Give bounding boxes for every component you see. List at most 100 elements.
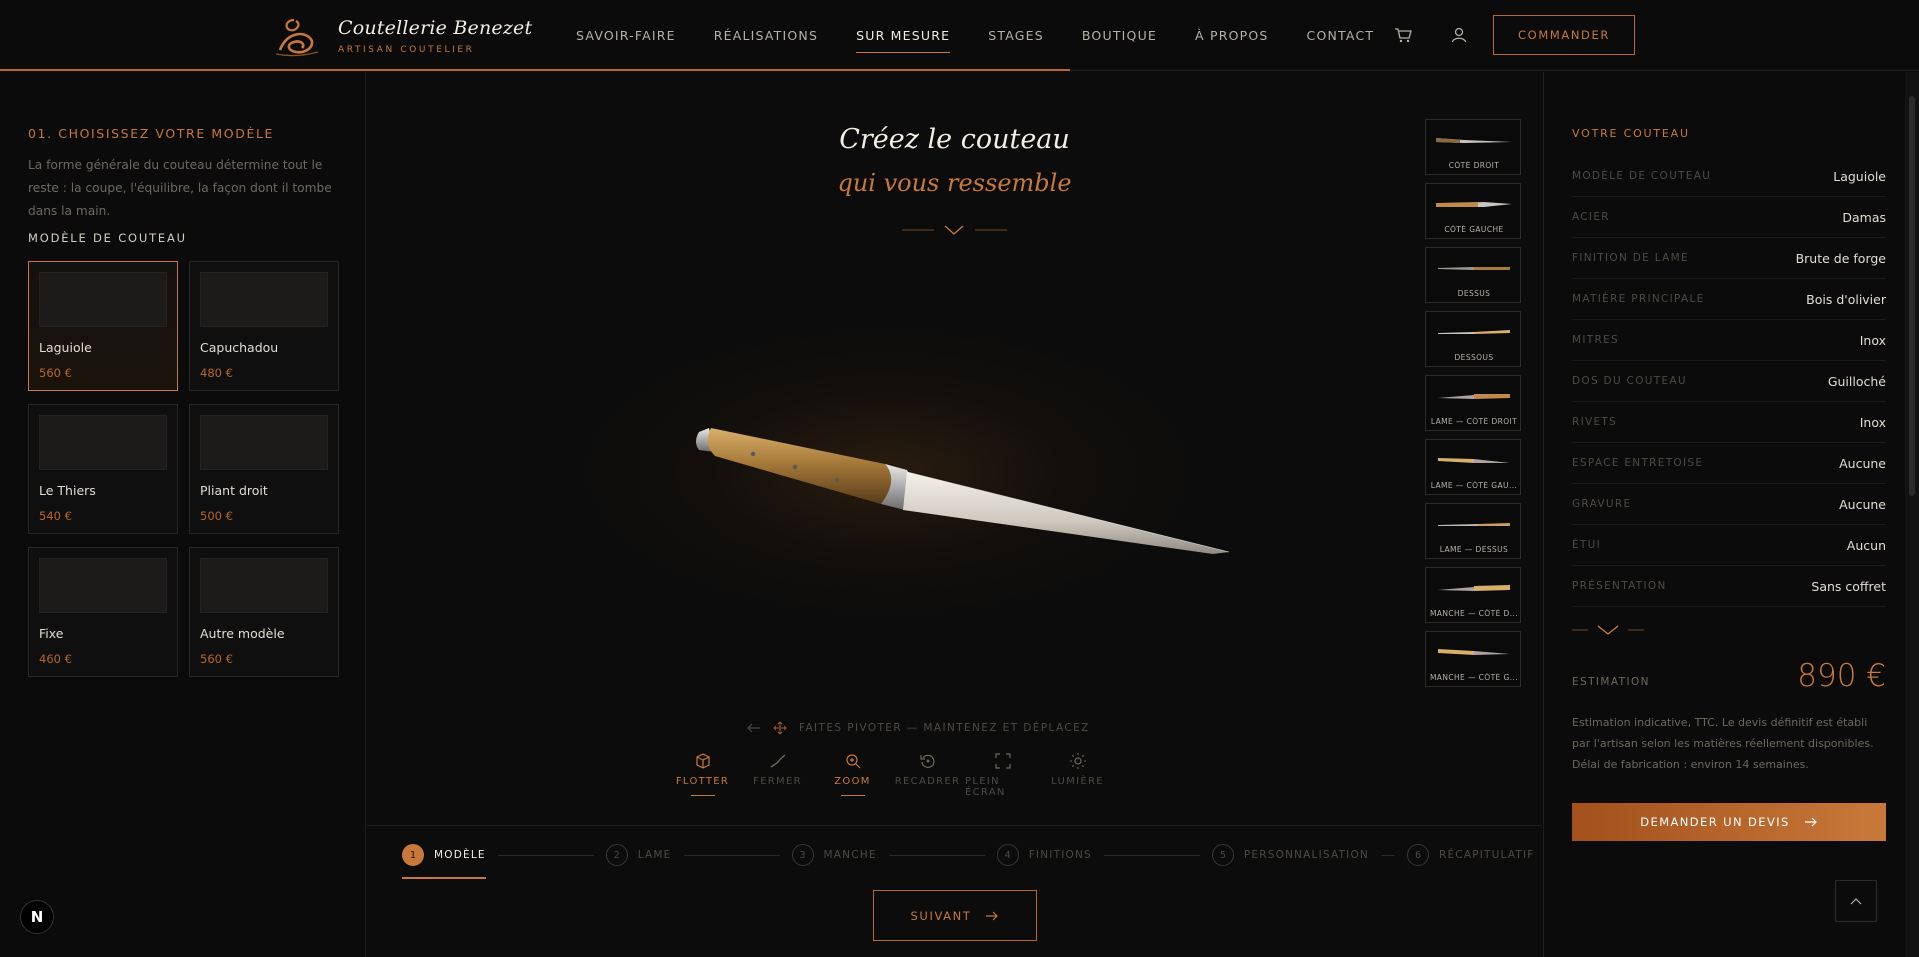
step-lame[interactable]: 2 LAME (605, 841, 672, 869)
summary-key: MATIÈRE PRINCIPALE (1572, 293, 1705, 305)
knife-thumb-icon (1438, 394, 1510, 399)
step-recapitulatif[interactable]: 6 RÉCAPITULATIF (1406, 841, 1535, 869)
model-card-capuchadou[interactable]: Capuchadou 480 € (189, 261, 339, 391)
move-icon (773, 721, 787, 735)
next-button-label: SUIVANT (910, 908, 972, 923)
summary-row: ACIER Damas (1572, 197, 1886, 238)
step-number: 1 (402, 844, 424, 866)
thumb-label: LAME — DESSUS (1439, 545, 1509, 554)
chevron-down-icon (902, 225, 1007, 235)
arrow-right-icon (1804, 817, 1817, 827)
model-name: Fixe (39, 626, 64, 641)
model-card-autre[interactable]: Autre modèle 560 € (189, 547, 339, 677)
summary-key: PRÉSENTATION (1572, 580, 1667, 592)
brand-title: Coutellerie Benezet (338, 17, 533, 39)
brand-logo[interactable]: Coutellerie Benezet ARTISAN COUTELIER (272, 14, 532, 58)
thumb-label: MANCHE — CÔTÉ G... (1429, 673, 1519, 682)
scrollbar-thumb[interactable] (1909, 96, 1915, 496)
summary-value: Brute de forge (1795, 250, 1886, 266)
brand-subtitle: ARTISAN COUTELIER (338, 45, 475, 55)
step-label: LAME (637, 849, 672, 861)
page-scrollbar[interactable] (1905, 72, 1919, 957)
user-icon[interactable] (1449, 25, 1469, 45)
thumb-lame-dessus[interactable]: LAME — DESSUS (1425, 503, 1521, 559)
nav-contact[interactable]: CONTACT (1288, 0, 1394, 71)
tool-label: PLEIN ÉCRAN (965, 776, 1006, 798)
summary-value: Guilloché (1827, 373, 1886, 389)
estimate-note: Estimation indicative, TTC. Le devis déf… (1572, 716, 1874, 771)
summary-row: MODÈLE DE COUTEAU Laguiole (1572, 156, 1886, 197)
next-button[interactable]: SUIVANT (873, 890, 1037, 941)
step-connector (1380, 854, 1395, 856)
order-button[interactable]: COMMANDER (1493, 15, 1635, 55)
light-icon (1069, 753, 1086, 769)
summary-list: MODÈLE DE COUTEAU Laguiole ACIER Damas FIN… (1572, 156, 1886, 607)
model-grid: Laguiole 560 € Capuchadou 480 € Le Thier… (28, 261, 339, 677)
summary-key: FINITION DE LAME (1572, 252, 1689, 264)
model-card-laguiole[interactable]: Laguiole 560 € (28, 261, 178, 391)
model-image-placeholder (39, 272, 167, 327)
zoom-icon (845, 754, 860, 769)
arrow-left-icon (747, 723, 760, 733)
model-price: 560 € (200, 652, 233, 666)
viewer-toolbar: FLOTTER FERMER ZOOM RECADRER PLEIN ÉCRAN… (665, 752, 1115, 798)
step-number: 3 (791, 844, 814, 866)
model-card-le-thiers[interactable]: Le Thiers 540 € (28, 404, 178, 534)
tool-lumiere[interactable]: LUMIÈRE (1040, 752, 1115, 798)
thumb-lame-cote-droit[interactable]: LAME — CÔTÉ DROIT (1425, 375, 1521, 431)
nav-sur-mesure[interactable]: SUR MESURE (837, 0, 969, 71)
rotate-hint-text: FAITES PIVOTER — MAINTENEZ ET DÉPLACEZ (799, 722, 1090, 734)
thumb-cote-droit[interactable]: CÔTÉ DROIT (1425, 119, 1521, 175)
summary-value: Inox (1859, 332, 1886, 348)
logo-mark-icon (275, 18, 319, 57)
step-label: PERSONNALISATION (1243, 849, 1369, 861)
nav-stages[interactable]: STAGES (969, 0, 1063, 71)
model-card-pliant-droit[interactable]: Pliant droit 500 € (189, 404, 339, 534)
step-connector (888, 854, 985, 856)
summary-key: ACIER (1572, 211, 1610, 223)
tool-fermer[interactable]: FERMER (740, 752, 815, 798)
knife-3d-model[interactable] (685, 420, 1245, 580)
tool-flotter[interactable]: FLOTTER (665, 752, 740, 798)
tool-plein-ecran[interactable]: PLEIN ÉCRAN (965, 752, 1040, 798)
chevron-up-icon (1850, 898, 1862, 905)
thumb-manche-cote-gauche[interactable]: MANCHE — CÔTÉ G... (1425, 631, 1521, 687)
scroll-to-top-button[interactable] (1835, 880, 1877, 922)
step-label: MANCHE (823, 849, 877, 861)
hero-subtitle: qui vous ressemble (837, 169, 1072, 197)
tool-label: FERMER (753, 776, 802, 787)
nav-realisations[interactable]: RÉALISATIONS (695, 0, 837, 71)
step-description: La forme générale du couteau détermine t… (28, 158, 332, 218)
nav-savoir-faire[interactable]: SAVOIR-FAIRE (576, 0, 695, 71)
knife-thumb-icon (1438, 649, 1510, 655)
thumb-dessus[interactable]: DESSUS (1425, 247, 1521, 303)
tool-recadrer[interactable]: RECADRER (890, 752, 965, 798)
model-name: Le Thiers (39, 483, 96, 498)
nav-a-propos[interactable]: À PROPOS (1176, 0, 1288, 71)
knife-thumb-icon (1438, 330, 1510, 334)
model-name: Capuchadou (200, 340, 279, 355)
summary-value: Inox (1859, 414, 1886, 430)
nav-boutique[interactable]: BOUTIQUE (1063, 0, 1176, 71)
request-quote-button[interactable]: DEMANDER UN DEVIS (1572, 803, 1886, 841)
cart-icon[interactable] (1393, 25, 1413, 45)
step-finitions[interactable]: 4 FINITIONS (996, 841, 1092, 869)
step-manche[interactable]: 3 MANCHE (791, 841, 877, 869)
step-modele[interactable]: 1 MODÈLE (402, 841, 486, 879)
tool-zoom[interactable]: ZOOM (815, 752, 890, 798)
chevron-down-icon[interactable] (1572, 624, 1644, 638)
step-personnalisation[interactable]: 5 PERSONNALISATION (1211, 841, 1369, 869)
cube-icon (695, 753, 710, 769)
step-label: MODÈLE (434, 849, 486, 861)
thumb-dessous[interactable]: DESSOUS (1425, 311, 1521, 367)
dev-tools-badge[interactable]: N (20, 900, 54, 934)
thumb-lame-cote-gauche[interactable]: LAME — CÔTÉ GAU... (1425, 439, 1521, 495)
thumb-label: LAME — CÔTÉ GAU... (1430, 481, 1518, 490)
model-card-fixe[interactable]: Fixe 460 € (28, 547, 178, 677)
thumb-cote-gauche[interactable]: CÔTÉ GAUCHE (1425, 183, 1521, 239)
thumb-manche-cote-droit[interactable]: MANCHE — CÔTÉ D... (1425, 567, 1521, 623)
model-price: 560 € (39, 366, 72, 380)
step-label: FINITIONS (1028, 849, 1092, 861)
knife-thumb-icon (1438, 458, 1510, 463)
summary-title: VOTRE COUTEAU (1572, 127, 1690, 140)
